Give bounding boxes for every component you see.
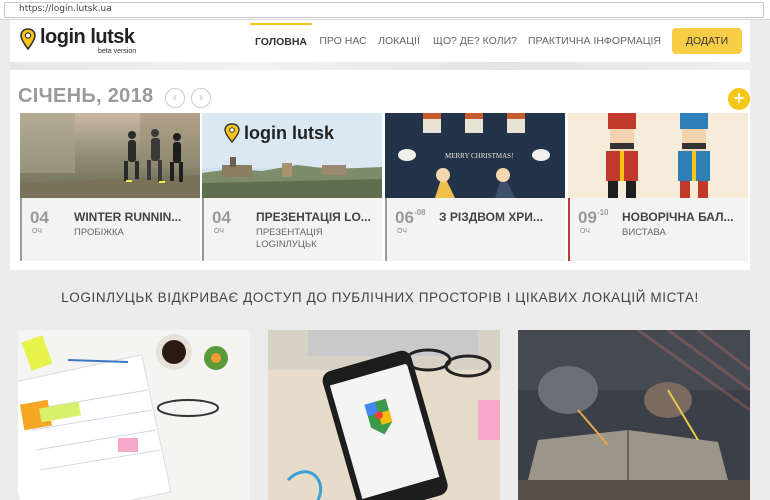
event-day: 04 — [30, 208, 49, 227]
chevron-right-icon: › — [199, 90, 203, 104]
event-info: 06-08 ОЧ З РІЗДВОМ ХРИ... — [385, 198, 565, 261]
url-text: https://login.lutsk.ua — [19, 4, 112, 14]
image-greeting-text: MERRY CHRISTMAS! — [445, 152, 513, 160]
event-image-runners — [20, 113, 200, 198]
nav-practical-info[interactable]: ПРАКТИЧНА ІНФОРМАЦІЯ — [528, 23, 661, 59]
add-event-button[interactable]: + — [728, 88, 750, 110]
event-category: ВИСТАВА — [622, 227, 666, 238]
chevron-left-icon: ‹ — [173, 90, 177, 104]
prev-month-button[interactable]: ‹ — [165, 88, 185, 108]
event-month: ОЧ — [214, 228, 224, 235]
event-card[interactable]: 04 ОЧ WINTER RUNNIN... ПРОБІЖКА — [20, 113, 200, 261]
logo-subtitle: beta version — [98, 48, 137, 55]
event-info: 04 ОЧ ПРЕЗЕНТАЦІЯ LO... ПРЕЗЕНТАЦІЯ LOGI… — [202, 198, 382, 261]
address-bar[interactable]: https://login.lutsk.ua — [0, 0, 770, 20]
event-category: ПРЕЗЕНТАЦІЯ LOGINЛУЦЬК — [256, 227, 323, 250]
add-button[interactable]: ДОДАТИ — [672, 28, 742, 54]
event-title[interactable]: ПРЕЗЕНТАЦІЯ LO... — [256, 210, 380, 224]
month-title: СІЧЕНЬ, 2018 — [18, 85, 154, 107]
event-info: 04 ОЧ WINTER RUNNIN... ПРОБІЖКА — [20, 198, 200, 261]
nav-locations[interactable]: ЛОКАЦІЇ — [374, 23, 424, 59]
event-day: 04 — [212, 208, 231, 227]
event-category: ПРОБІЖКА — [74, 227, 124, 238]
event-title[interactable]: НОВОРІЧНА БАЛ... — [622, 210, 746, 224]
url-field[interactable]: https://login.lutsk.ua — [4, 2, 764, 18]
event-day: 06-08 — [395, 208, 426, 227]
feature-image-planner[interactable] — [18, 330, 250, 500]
event-card[interactable]: MERRY CHRISTMAS! 06-08 ОЧ З РІЗДВОМ ХРИ.… — [385, 113, 565, 261]
event-title[interactable]: З РІЗДВОМ ХРИ... — [439, 210, 563, 224]
tagline: LOGINЛУЦЬК ВІДКРИВАЄ ДОСТУП ДО ПУБЛІЧНИХ… — [61, 290, 699, 305]
event-card[interactable]: 09-10 ОЧ НОВОРІЧНА БАЛ... ВИСТАВА — [568, 113, 748, 261]
event-day: 09-10 — [578, 208, 609, 227]
events-section: СІЧЕНЬ, 2018 ‹ › + 04 ОЧ WINTER RUNNIN..… — [10, 70, 750, 270]
nav-what-where-when[interactable]: ЩО? ДЕ? КОЛИ? — [430, 23, 520, 59]
site-logo[interactable]: login lutsk beta version — [20, 26, 140, 56]
plus-icon: + — [733, 88, 745, 108]
logo-name: login lutsk — [40, 26, 135, 48]
header-map-strip — [10, 62, 750, 70]
image-logo-text: login lutsk — [244, 123, 335, 143]
feature-image-study[interactable] — [518, 330, 750, 500]
nav-home[interactable]: ГОЛОВНА — [250, 23, 312, 59]
event-image-christmas: MERRY CHRISTMAS! — [385, 113, 565, 198]
next-month-button[interactable]: › — [191, 88, 211, 108]
event-card[interactable]: login lutsk 04 ОЧ ПРЕЗЕНТАЦІЯ LO... ПРЕЗ… — [202, 113, 382, 261]
event-image-nutcracker — [568, 113, 748, 198]
location-pin-icon — [20, 28, 36, 50]
event-title[interactable]: WINTER RUNNIN... — [74, 210, 198, 224]
event-info: 09-10 ОЧ НОВОРІЧНА БАЛ... ВИСТАВА — [568, 198, 748, 261]
feature-image-phone-map[interactable] — [268, 330, 500, 500]
event-month: ОЧ — [32, 228, 42, 235]
event-month: ОЧ — [397, 228, 407, 235]
site-header: login lutsk beta version ГОЛОВНА ПРО НАС… — [10, 20, 750, 62]
nav-about[interactable]: ПРО НАС — [316, 23, 370, 59]
event-image-logo-city: login lutsk — [202, 113, 382, 198]
event-month: ОЧ — [580, 228, 590, 235]
